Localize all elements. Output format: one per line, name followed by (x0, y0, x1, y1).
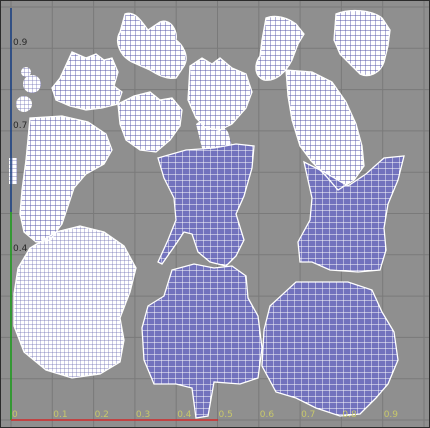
uv-texture-editor[interactable]: 0 0.1 0.2 0.3 0.4 0.5 0.6 0.7 0.8 0.9 0.9 0.7 0.4 (0, 0, 430, 428)
v-tick-label: 0.9 (13, 38, 28, 48)
head-shell[interactable] (14, 226, 136, 378)
uv-viewport[interactable]: 0 0.1 0.2 0.3 0.4 0.5 0.6 0.7 0.8 0.9 0.9 0.7 0.4 (0, 0, 430, 428)
blob-shell-3[interactable] (21, 67, 31, 77)
blob-shell-1[interactable] (23, 75, 41, 93)
hand-shell-top-2[interactable] (52, 52, 122, 110)
uv-shells[interactable] (9, 10, 404, 418)
foot-shell-top-right-2[interactable] (334, 10, 390, 76)
v-tick-label: 0.7 (13, 121, 27, 131)
blob-shell-2[interactable] (16, 96, 32, 112)
u-tick-label: 0.8 (342, 410, 357, 420)
u-tick-label: 0 (12, 410, 18, 420)
u-tick-label: 0.1 (53, 410, 67, 420)
hand-shell-mid-1[interactable] (118, 92, 182, 152)
torso-shell-lower-left[interactable] (142, 264, 262, 418)
u-tick-label: 0.9 (384, 410, 399, 420)
u-tick-label: 0.3 (136, 410, 150, 420)
leg-shell-left[interactable] (20, 116, 112, 242)
u-tick-label: 0.7 (301, 410, 315, 420)
u-tick-label: 0.6 (260, 410, 275, 420)
u-tick-label: 0.4 (177, 410, 192, 420)
u-tick-label: 0.5 (219, 410, 233, 420)
u-tick-label: 0.2 (95, 410, 109, 420)
v-tick-label: 0.4 (13, 244, 28, 254)
